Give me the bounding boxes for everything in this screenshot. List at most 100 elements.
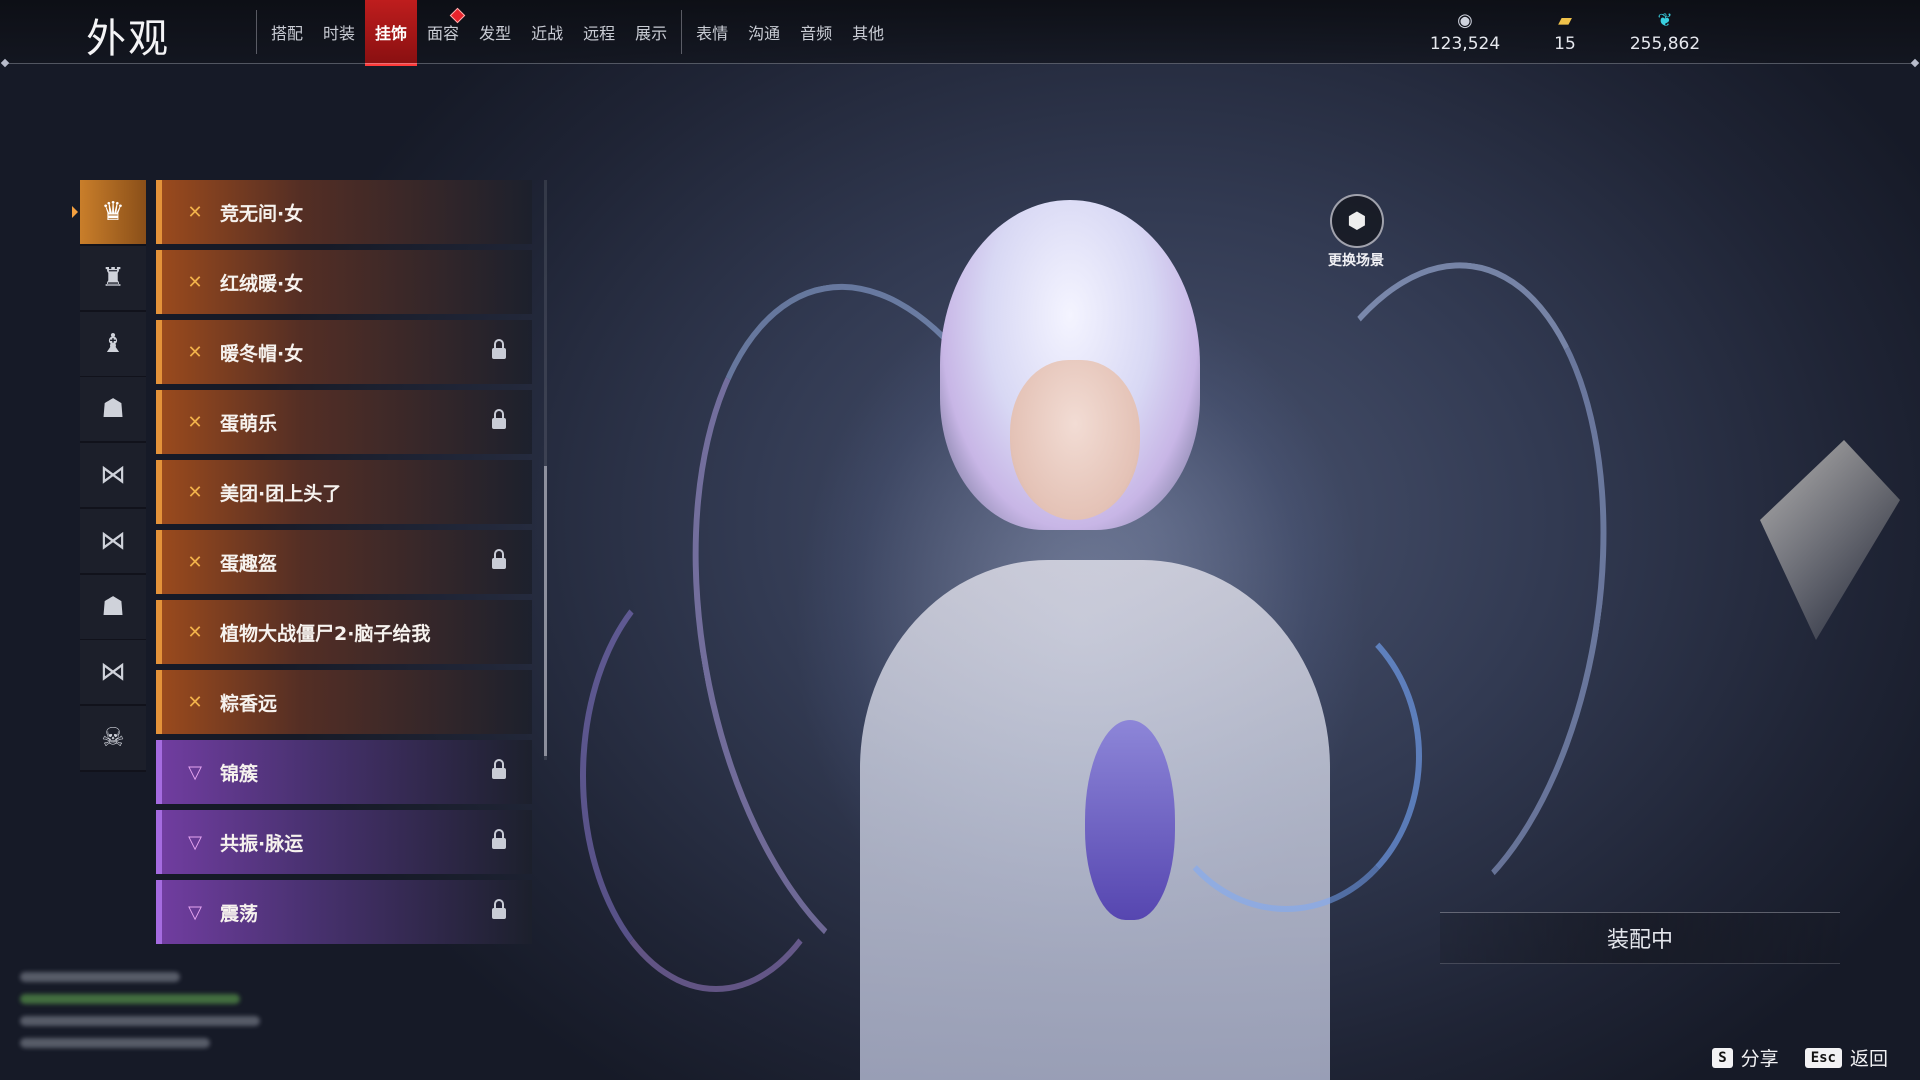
key-hints: S 分享 Esc 返回 — [1712, 1044, 1888, 1071]
list-item[interactable]: ✕ 红绒暖·女 — [156, 250, 532, 314]
equipped-status: 装配中 — [1440, 912, 1840, 964]
accessory-list: ✕ 竞无间·女 ✕ 红绒暖·女 ✕ 暖冬帽·女 ✕ 蛋萌乐 ✕ 美团·团上头了 ✕ 蛋趣盔 … — [156, 180, 538, 948]
top-divider — [4, 63, 1916, 64]
key-cap: S — [1712, 1047, 1733, 1068]
character-gem — [1085, 720, 1175, 920]
category-head-icon[interactable]: ♜ — [80, 245, 146, 310]
change-scene-label: 更换场景 — [1328, 253, 1384, 269]
list-item[interactable]: ✕ 竞无间·女 — [156, 180, 532, 244]
paper-decoration — [1760, 440, 1900, 640]
list-item[interactable]: ▽ 震荡 — [156, 880, 532, 944]
rarity-gem-icon: ▽ — [188, 901, 202, 923]
lock-icon — [492, 409, 506, 429]
item-label: 美团·团上头了 — [220, 482, 342, 505]
rarity-star-icon: ✕ — [187, 691, 203, 713]
chat-line — [20, 1016, 260, 1026]
tab-divider — [681, 10, 683, 54]
category-sidebar: ♛ ♜ ♝ ☗ ⋈ ⋈ ☗ ⋈ ☠ — [80, 180, 146, 772]
tab-ranged[interactable]: 远程 — [573, 0, 625, 64]
rarity-star-icon: ✕ — [187, 551, 203, 573]
currency-value: 255,862 — [1629, 34, 1701, 54]
tab-emotes[interactable]: 表情 — [686, 0, 738, 64]
list-item[interactable]: ✕ 美团·团上头了 — [156, 460, 532, 524]
character-hair — [940, 200, 1200, 530]
currency-value: 15 — [1554, 34, 1576, 54]
equipped-label: 装配中 — [1606, 928, 1673, 953]
hint-label: 返回 — [1849, 1048, 1888, 1070]
tab-accessories[interactable]: 挂饰 — [365, 0, 418, 66]
tab-outfit-set[interactable]: 搭配 — [261, 0, 313, 64]
key-cap: Esc — [1804, 1047, 1842, 1068]
chat-box — [20, 960, 280, 1070]
list-item[interactable]: ✕ 植物大战僵尸2·脑子给我 — [156, 600, 532, 664]
item-label: 植物大战僵尸2·脑子给我 — [220, 622, 431, 645]
currency-coins: ◉ 123,524 — [1430, 10, 1500, 54]
tab-melee[interactable]: 近战 — [521, 0, 573, 64]
tab-display[interactable]: 展示 — [625, 0, 677, 64]
rarity-star-icon: ✕ — [187, 271, 203, 293]
item-label: 红绒暖·女 — [220, 272, 304, 295]
list-item[interactable]: ▽ 共振·脉运 — [156, 810, 532, 874]
rarity-star-icon: ✕ — [187, 481, 203, 503]
item-label: 共振·脉运 — [220, 832, 304, 855]
ticket-icon: ▰ — [1558, 10, 1572, 31]
list-item[interactable]: ✕ 蛋萌乐 — [156, 390, 532, 454]
tab-communication[interactable]: 沟通 — [738, 0, 790, 64]
ribbon-effect — [1150, 600, 1422, 912]
character-body — [860, 560, 1330, 1080]
category-demon-mask-icon[interactable]: ☠ — [80, 706, 146, 770]
character-glow — [700, 170, 1460, 1080]
back-button[interactable]: Esc 返回 — [1804, 1044, 1888, 1071]
page-title: 外观 — [86, 16, 170, 62]
chat-line — [20, 1038, 210, 1048]
currency-bar: ◉ 123,524 ▰ 15 ❦ 255,862 — [1430, 10, 1700, 54]
list-item[interactable]: ✕ 蛋趣盔 — [156, 530, 532, 594]
list-item[interactable]: ▽ 锦簇 — [156, 740, 532, 804]
category-bow-alt-icon[interactable]: ⋈ — [80, 508, 146, 573]
currency-value: 123,524 — [1429, 34, 1501, 54]
lock-icon — [492, 759, 506, 779]
currency-feathers: ❦ 255,862 — [1630, 10, 1700, 54]
category-hat-icon[interactable]: ☗ — [80, 574, 146, 639]
rarity-gem-icon: ▽ — [188, 761, 202, 783]
currency-tickets: ▰ 15 — [1530, 10, 1600, 54]
category-bow-icon[interactable]: ⋈ — [80, 443, 146, 507]
category-mask-icon[interactable]: ♛ — [80, 180, 146, 244]
rarity-star-icon: ✕ — [187, 411, 203, 433]
rarity-gem-icon: ▽ — [188, 831, 202, 853]
tab-audio[interactable]: 音频 — [790, 0, 842, 64]
category-wing-icon[interactable]: ⋈ — [80, 640, 146, 705]
feather-icon: ❦ — [1657, 10, 1673, 31]
item-label: 暖冬帽·女 — [220, 342, 304, 365]
top-bar: 外观 搭配 时装 挂饰 面容 发型 近战 远程 展示 表情 沟通 音频 其他 ◉… — [0, 0, 1920, 66]
lock-icon — [492, 829, 506, 849]
item-label: 锦簇 — [220, 762, 259, 785]
tab-divider — [256, 10, 257, 54]
share-button[interactable]: S 分享 — [1712, 1044, 1779, 1071]
list-item[interactable]: ✕ 暖冬帽·女 — [156, 320, 532, 384]
lock-icon — [492, 549, 506, 569]
list-item[interactable]: ✕ 粽香远 — [156, 670, 532, 734]
tab-fashion[interactable]: 时装 — [313, 0, 365, 64]
ribbon-effect — [580, 560, 852, 992]
item-label: 蛋趣盔 — [220, 552, 278, 575]
chat-line — [20, 994, 240, 1004]
tab-hairstyle[interactable]: 发型 — [469, 0, 521, 64]
chat-line — [20, 972, 180, 982]
tab-other[interactable]: 其他 — [842, 0, 894, 64]
change-scene-button[interactable]: ⬢ — [1330, 194, 1384, 248]
lock-icon — [492, 899, 506, 919]
character-face — [1010, 360, 1140, 520]
category-back-icon[interactable]: ♝ — [80, 311, 146, 376]
item-label: 蛋萌乐 — [220, 412, 278, 435]
ribbon-effect — [1204, 238, 1648, 954]
list-scrollbar-thumb[interactable] — [544, 466, 547, 756]
item-label: 粽香远 — [220, 692, 278, 715]
rarity-star-icon: ✕ — [187, 341, 203, 363]
lock-icon — [492, 339, 506, 359]
cube-icon: ⬢ — [1347, 208, 1367, 234]
tab-face[interactable]: 面容 — [417, 0, 469, 64]
category-waist-icon[interactable]: ☗ — [80, 377, 146, 442]
item-label: 竞无间·女 — [220, 202, 304, 225]
rarity-star-icon: ✕ — [187, 621, 203, 643]
